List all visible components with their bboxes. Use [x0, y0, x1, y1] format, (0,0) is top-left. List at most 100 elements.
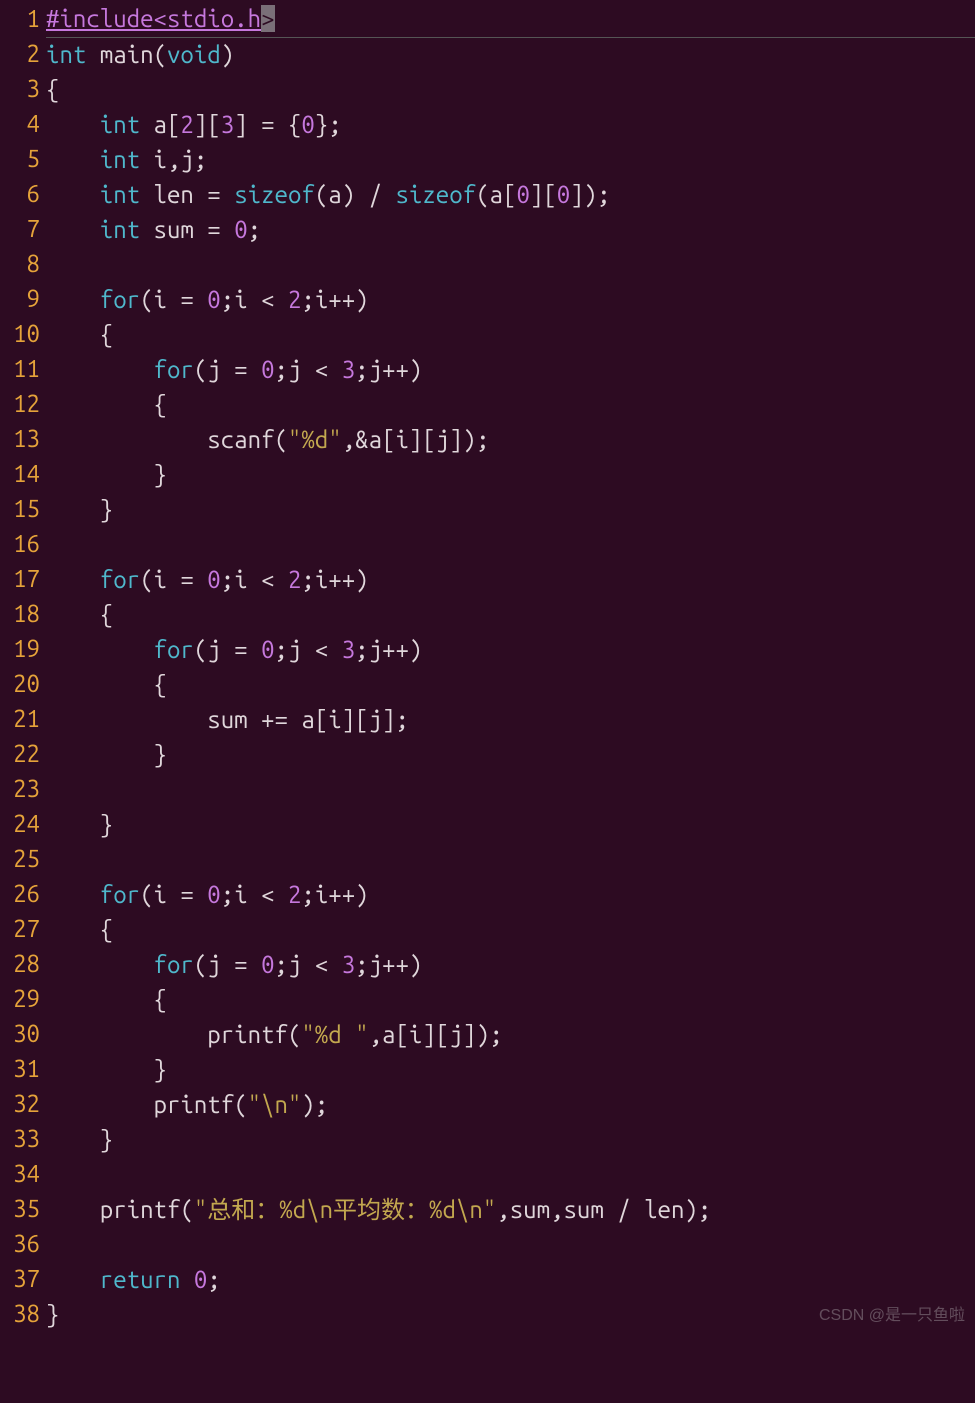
- token-num: 0: [234, 216, 247, 243]
- token-punc: scanf(: [46, 426, 288, 453]
- watermark-text: CSDN @是一只鱼啦: [819, 1304, 965, 1327]
- token-punc: a[: [140, 111, 180, 138]
- token-punc: [46, 181, 100, 208]
- token-num: 2: [288, 566, 301, 593]
- token-punc: [46, 881, 100, 908]
- code-line: int sum = 0;: [46, 213, 975, 248]
- token-punc: ;i++): [301, 286, 368, 313]
- line-number: 2: [0, 37, 40, 72]
- token-punc: (i =: [140, 566, 207, 593]
- token-punc: ,sum,sum / len);: [496, 1196, 711, 1223]
- token-punc: (j =: [194, 356, 261, 383]
- token-punc: {: [46, 76, 59, 103]
- token-punc: ;i++): [301, 881, 368, 908]
- token-punc: ] = {: [234, 111, 301, 138]
- line-number: 21: [0, 702, 40, 737]
- code-line: int a[2][3] = {0};: [46, 108, 975, 143]
- token-kw: int: [100, 181, 140, 208]
- line-number: 25: [0, 842, 40, 877]
- code-line: int len = sizeof(a) / sizeof(a[0][0]);: [46, 178, 975, 213]
- code-line: for(i = 0;i < 2;i++): [46, 563, 975, 598]
- token-punc: sum += a[i][j];: [46, 706, 409, 733]
- token-punc: ;: [248, 216, 261, 243]
- token-punc: }: [46, 1056, 167, 1083]
- token-punc: ;j++): [355, 356, 422, 383]
- token-punc: i,j;: [140, 146, 207, 173]
- token-punc: ;i <: [221, 881, 288, 908]
- token-kw: return: [100, 1266, 181, 1293]
- token-punc: ;i++): [301, 566, 368, 593]
- line-number: 31: [0, 1052, 40, 1087]
- token-punc: (i =: [140, 286, 207, 313]
- token-num: 0: [301, 111, 314, 138]
- token-kw: sizeof: [395, 181, 476, 208]
- token-punc: ;j++): [355, 636, 422, 663]
- code-line: int i,j;: [46, 143, 975, 178]
- token-punc: (a[: [476, 181, 516, 208]
- token-num: 3: [342, 951, 355, 978]
- code-line: for(i = 0;i < 2;i++): [46, 283, 975, 318]
- line-number: 28: [0, 947, 40, 982]
- token-str: "\n": [248, 1091, 302, 1118]
- line-number: 20: [0, 667, 40, 702]
- code-line: {: [46, 73, 975, 108]
- token-punc: ,a[i][j]);: [369, 1021, 503, 1048]
- line-number: 33: [0, 1122, 40, 1157]
- code-line: [46, 843, 975, 878]
- code-line: int main(void): [46, 38, 975, 73]
- code-line: for(j = 0;j < 3;j++): [46, 948, 975, 983]
- code-line: printf("\n");: [46, 1088, 975, 1123]
- token-punc: }: [46, 461, 167, 488]
- token-punc: {: [46, 321, 113, 348]
- token-kw: for: [100, 881, 140, 908]
- token-kw: int: [100, 216, 140, 243]
- token-punc: {: [46, 391, 167, 418]
- token-punc: ;: [207, 1266, 220, 1293]
- line-number: 22: [0, 737, 40, 772]
- code-line: for(j = 0;j < 3;j++): [46, 633, 975, 668]
- line-number: 36: [0, 1227, 40, 1262]
- line-number: 32: [0, 1087, 40, 1122]
- line-number: 9: [0, 282, 40, 317]
- token-punc: {: [46, 986, 167, 1013]
- token-kw: for: [154, 356, 194, 383]
- line-number: 29: [0, 982, 40, 1017]
- line-number: 5: [0, 142, 40, 177]
- token-punc: ][: [194, 111, 221, 138]
- token-punc: ): [221, 41, 234, 68]
- token-str: "%d ": [301, 1021, 368, 1048]
- code-line: }: [46, 493, 975, 528]
- token-num: 2: [180, 111, 193, 138]
- line-number: 7: [0, 212, 40, 247]
- line-number: 11: [0, 352, 40, 387]
- token-kw: int: [100, 146, 140, 173]
- line-number: 3: [0, 72, 40, 107]
- token-num: 2: [288, 286, 301, 313]
- token-punc: ;j++): [355, 951, 422, 978]
- line-number: 37: [0, 1262, 40, 1297]
- token-cursor: >: [261, 5, 274, 32]
- line-number: 30: [0, 1017, 40, 1052]
- token-punc: ,&a[i][j]);: [342, 426, 490, 453]
- token-num: 0: [557, 181, 570, 208]
- token-punc: ;j <: [275, 636, 342, 663]
- line-number: 13: [0, 422, 40, 457]
- token-kw: int: [46, 41, 86, 68]
- token-num: 3: [342, 356, 355, 383]
- token-punc: [46, 111, 100, 138]
- line-number: 1: [0, 2, 40, 37]
- line-number: 38: [0, 1297, 40, 1332]
- line-number: 35: [0, 1192, 40, 1227]
- line-number: 16: [0, 527, 40, 562]
- code-area: #include<stdio.h>int main(void){ int a[2…: [46, 2, 975, 1333]
- token-punc: }: [46, 1126, 113, 1153]
- code-line: }: [46, 1123, 975, 1158]
- code-editor: 1234567891011121314151617181920212223242…: [0, 0, 975, 1333]
- code-line: [46, 1228, 975, 1263]
- code-line: for(j = 0;j < 3;j++): [46, 353, 975, 388]
- token-num: 0: [261, 356, 274, 383]
- token-kw: for: [100, 286, 140, 313]
- code-line: }: [46, 1053, 975, 1088]
- token-punc: [46, 1266, 100, 1293]
- code-line: {: [46, 983, 975, 1018]
